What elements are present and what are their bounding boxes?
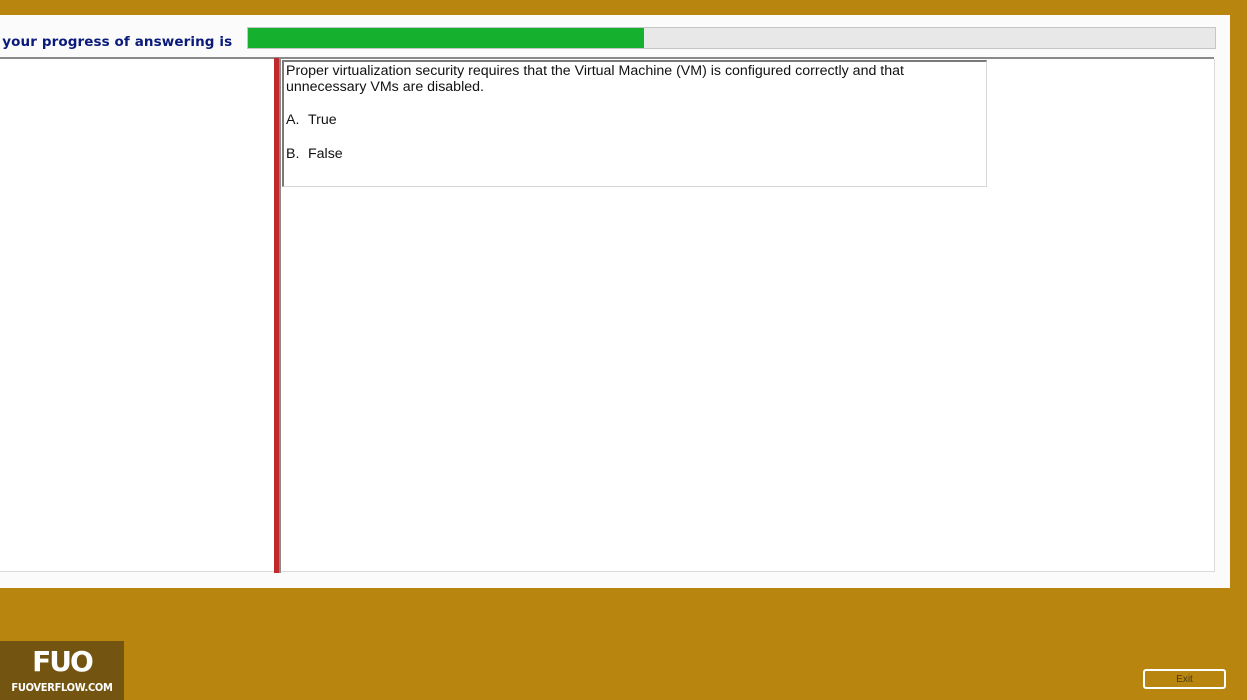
option-letter: B.: [286, 146, 300, 162]
question-text: Proper virtualization security requires …: [286, 63, 904, 95]
exam-window: nd your progress of answering is Proper …: [0, 15, 1230, 588]
watermark-logo: FUO: [32, 645, 94, 678]
question-accent-bar-shadow: [279, 58, 281, 573]
option-label: False: [308, 146, 343, 162]
option-letter: A.: [286, 112, 300, 128]
header-divider: [0, 57, 1214, 59]
exit-button[interactable]: Exit: [1143, 669, 1226, 689]
watermark-site-name: FUOVERFLOW.COM: [11, 681, 113, 694]
answer-option-a[interactable]: A. True: [286, 112, 337, 128]
progress-label: nd your progress of answering is: [0, 34, 233, 50]
progress-bar: [247, 27, 1216, 49]
option-label: True: [308, 112, 337, 128]
question-box: Proper virtualization security requires …: [282, 60, 987, 187]
progress-bar-fill: [248, 28, 645, 48]
site-watermark: FUO FUOVERFLOW.COM: [0, 641, 124, 700]
answer-option-b[interactable]: B. False: [286, 146, 343, 162]
